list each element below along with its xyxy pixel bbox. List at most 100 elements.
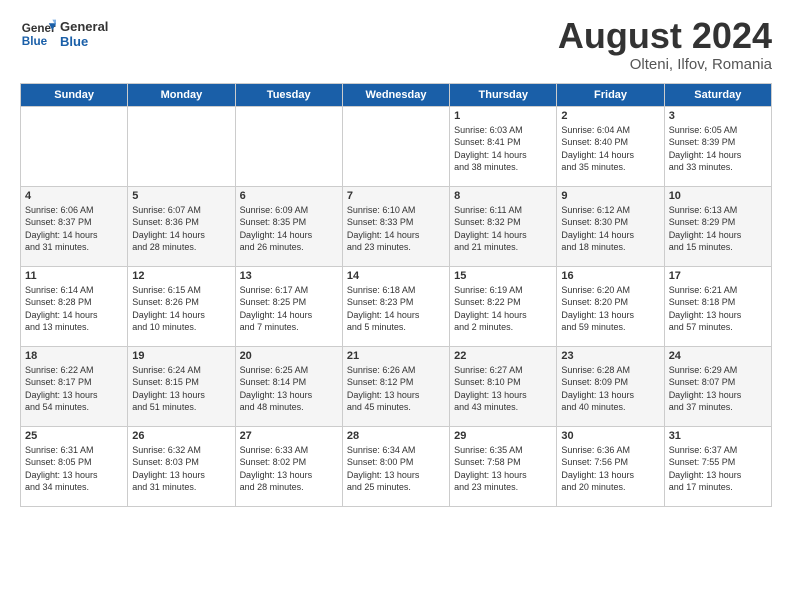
calendar-cell <box>342 106 449 186</box>
day-number: 11 <box>25 270 123 282</box>
calendar-table: SundayMondayTuesdayWednesdayThursdayFrid… <box>20 83 772 507</box>
day-info: Sunrise: 6:17 AM Sunset: 8:25 PM Dayligh… <box>240 284 338 334</box>
calendar-cell: 17 Sunrise: 6:21 AM Sunset: 8:18 PM Dayli… <box>664 266 771 346</box>
calendar-cell: 27 Sunrise: 6:33 AM Sunset: 8:02 PM Dayli… <box>235 426 342 506</box>
header-day: Friday <box>557 83 664 106</box>
day-info: Sunrise: 6:31 AM Sunset: 8:05 PM Dayligh… <box>25 444 123 494</box>
day-info: Sunrise: 6:34 AM Sunset: 8:00 PM Dayligh… <box>347 444 445 494</box>
location: Olteni, Ilfov, Romania <box>558 56 772 73</box>
calendar-cell: 12 Sunrise: 6:15 AM Sunset: 8:26 PM Dayli… <box>128 266 235 346</box>
day-info: Sunrise: 6:12 AM Sunset: 8:30 PM Dayligh… <box>561 204 659 254</box>
day-number: 2 <box>561 110 659 122</box>
day-number: 4 <box>25 190 123 202</box>
day-number: 28 <box>347 430 445 442</box>
calendar-cell: 5 Sunrise: 6:07 AM Sunset: 8:36 PM Daylig… <box>128 186 235 266</box>
day-number: 27 <box>240 430 338 442</box>
day-info: Sunrise: 6:27 AM Sunset: 8:10 PM Dayligh… <box>454 364 552 414</box>
day-number: 20 <box>240 350 338 362</box>
calendar-cell: 13 Sunrise: 6:17 AM Sunset: 8:25 PM Dayli… <box>235 266 342 346</box>
day-info: Sunrise: 6:29 AM Sunset: 8:07 PM Dayligh… <box>669 364 767 414</box>
svg-text:Blue: Blue <box>22 35 48 48</box>
calendar-cell: 28 Sunrise: 6:34 AM Sunset: 8:00 PM Dayli… <box>342 426 449 506</box>
day-number: 30 <box>561 430 659 442</box>
header-day: Sunday <box>21 83 128 106</box>
calendar-cell: 9 Sunrise: 6:12 AM Sunset: 8:30 PM Daylig… <box>557 186 664 266</box>
day-number: 5 <box>132 190 230 202</box>
day-info: Sunrise: 6:22 AM Sunset: 8:17 PM Dayligh… <box>25 364 123 414</box>
day-number: 17 <box>669 270 767 282</box>
calendar-cell: 21Sunrise: 6:26 AM Sunset: 8:12 PM Dayli… <box>342 346 449 426</box>
day-number: 13 <box>240 270 338 282</box>
day-info: Sunrise: 6:14 AM Sunset: 8:28 PM Dayligh… <box>25 284 123 334</box>
day-number: 9 <box>561 190 659 202</box>
header-day: Wednesday <box>342 83 449 106</box>
day-info: Sunrise: 6:37 AM Sunset: 7:55 PM Dayligh… <box>669 444 767 494</box>
day-number: 21 <box>347 350 445 362</box>
calendar-cell: 10Sunrise: 6:13 AM Sunset: 8:29 PM Dayli… <box>664 186 771 266</box>
calendar-cell: 30 Sunrise: 6:36 AM Sunset: 7:56 PM Dayli… <box>557 426 664 506</box>
calendar-cell: 31 Sunrise: 6:37 AM Sunset: 7:55 PM Dayli… <box>664 426 771 506</box>
calendar-week: 25 Sunrise: 6:31 AM Sunset: 8:05 PM Dayli… <box>21 426 772 506</box>
calendar-cell: 23Sunrise: 6:28 AM Sunset: 8:09 PM Dayli… <box>557 346 664 426</box>
calendar-cell: 15 Sunrise: 6:19 AM Sunset: 8:22 PM Dayli… <box>450 266 557 346</box>
header-day: Thursday <box>450 83 557 106</box>
day-number: 15 <box>454 270 552 282</box>
calendar-cell <box>235 106 342 186</box>
calendar-cell: 1Sunrise: 6:03 AM Sunset: 8:41 PM Daylig… <box>450 106 557 186</box>
day-info: Sunrise: 6:28 AM Sunset: 8:09 PM Dayligh… <box>561 364 659 414</box>
month-title: August 2024 <box>558 16 772 56</box>
header-row: SundayMondayTuesdayWednesdayThursdayFrid… <box>21 83 772 106</box>
calendar-cell: 24Sunrise: 6:29 AM Sunset: 8:07 PM Dayli… <box>664 346 771 426</box>
calendar-cell: 22Sunrise: 6:27 AM Sunset: 8:10 PM Dayli… <box>450 346 557 426</box>
day-number: 16 <box>561 270 659 282</box>
page: General Blue General Blue August 2024 Ol… <box>0 0 792 517</box>
day-number: 19 <box>132 350 230 362</box>
calendar-cell: 7 Sunrise: 6:10 AM Sunset: 8:33 PM Daylig… <box>342 186 449 266</box>
day-info: Sunrise: 6:15 AM Sunset: 8:26 PM Dayligh… <box>132 284 230 334</box>
day-number: 8 <box>454 190 552 202</box>
day-info: Sunrise: 6:25 AM Sunset: 8:14 PM Dayligh… <box>240 364 338 414</box>
calendar-cell <box>128 106 235 186</box>
day-info: Sunrise: 6:19 AM Sunset: 8:22 PM Dayligh… <box>454 284 552 334</box>
day-number: 7 <box>347 190 445 202</box>
calendar-cell: 18Sunrise: 6:22 AM Sunset: 8:17 PM Dayli… <box>21 346 128 426</box>
day-info: Sunrise: 6:07 AM Sunset: 8:36 PM Dayligh… <box>132 204 230 254</box>
calendar-cell: 6Sunrise: 6:09 AM Sunset: 8:35 PM Daylig… <box>235 186 342 266</box>
day-info: Sunrise: 6:10 AM Sunset: 8:33 PM Dayligh… <box>347 204 445 254</box>
logo: General Blue General Blue <box>20 16 108 52</box>
calendar-cell: 3 Sunrise: 6:05 AM Sunset: 8:39 PM Daylig… <box>664 106 771 186</box>
calendar-week: 11 Sunrise: 6:14 AM Sunset: 8:28 PM Dayli… <box>21 266 772 346</box>
calendar-cell: 19 Sunrise: 6:24 AM Sunset: 8:15 PM Dayli… <box>128 346 235 426</box>
calendar-week: 18Sunrise: 6:22 AM Sunset: 8:17 PM Dayli… <box>21 346 772 426</box>
day-info: Sunrise: 6:03 AM Sunset: 8:41 PM Dayligh… <box>454 124 552 174</box>
day-info: Sunrise: 6:21 AM Sunset: 8:18 PM Dayligh… <box>669 284 767 334</box>
day-info: Sunrise: 6:24 AM Sunset: 8:15 PM Dayligh… <box>132 364 230 414</box>
day-info: Sunrise: 6:36 AM Sunset: 7:56 PM Dayligh… <box>561 444 659 494</box>
day-info: Sunrise: 6:20 AM Sunset: 8:20 PM Dayligh… <box>561 284 659 334</box>
calendar-cell: 25 Sunrise: 6:31 AM Sunset: 8:05 PM Dayli… <box>21 426 128 506</box>
calendar-cell: 14Sunrise: 6:18 AM Sunset: 8:23 PM Dayli… <box>342 266 449 346</box>
calendar-cell: 20 Sunrise: 6:25 AM Sunset: 8:14 PM Dayli… <box>235 346 342 426</box>
calendar-cell: 29Sunrise: 6:35 AM Sunset: 7:58 PM Dayli… <box>450 426 557 506</box>
day-number: 12 <box>132 270 230 282</box>
logo-icon: General Blue <box>20 16 56 52</box>
day-number: 31 <box>669 430 767 442</box>
day-number: 3 <box>669 110 767 122</box>
day-info: Sunrise: 6:05 AM Sunset: 8:39 PM Dayligh… <box>669 124 767 174</box>
calendar-cell: 26Sunrise: 6:32 AM Sunset: 8:03 PM Dayli… <box>128 426 235 506</box>
day-info: Sunrise: 6:18 AM Sunset: 8:23 PM Dayligh… <box>347 284 445 334</box>
header-day: Tuesday <box>235 83 342 106</box>
calendar-cell: 2 Sunrise: 6:04 AM Sunset: 8:40 PM Daylig… <box>557 106 664 186</box>
calendar-cell: 8Sunrise: 6:11 AM Sunset: 8:32 PM Daylig… <box>450 186 557 266</box>
day-info: Sunrise: 6:06 AM Sunset: 8:37 PM Dayligh… <box>25 204 123 254</box>
logo-line2: Blue <box>60 34 108 49</box>
day-info: Sunrise: 6:33 AM Sunset: 8:02 PM Dayligh… <box>240 444 338 494</box>
calendar-week: 4 Sunrise: 6:06 AM Sunset: 8:37 PM Daylig… <box>21 186 772 266</box>
day-info: Sunrise: 6:04 AM Sunset: 8:40 PM Dayligh… <box>561 124 659 174</box>
calendar-cell: 16 Sunrise: 6:20 AM Sunset: 8:20 PM Dayli… <box>557 266 664 346</box>
day-number: 25 <box>25 430 123 442</box>
calendar-cell <box>21 106 128 186</box>
day-number: 29 <box>454 430 552 442</box>
title-block: August 2024 Olteni, Ilfov, Romania <box>558 16 772 73</box>
day-info: Sunrise: 6:09 AM Sunset: 8:35 PM Dayligh… <box>240 204 338 254</box>
